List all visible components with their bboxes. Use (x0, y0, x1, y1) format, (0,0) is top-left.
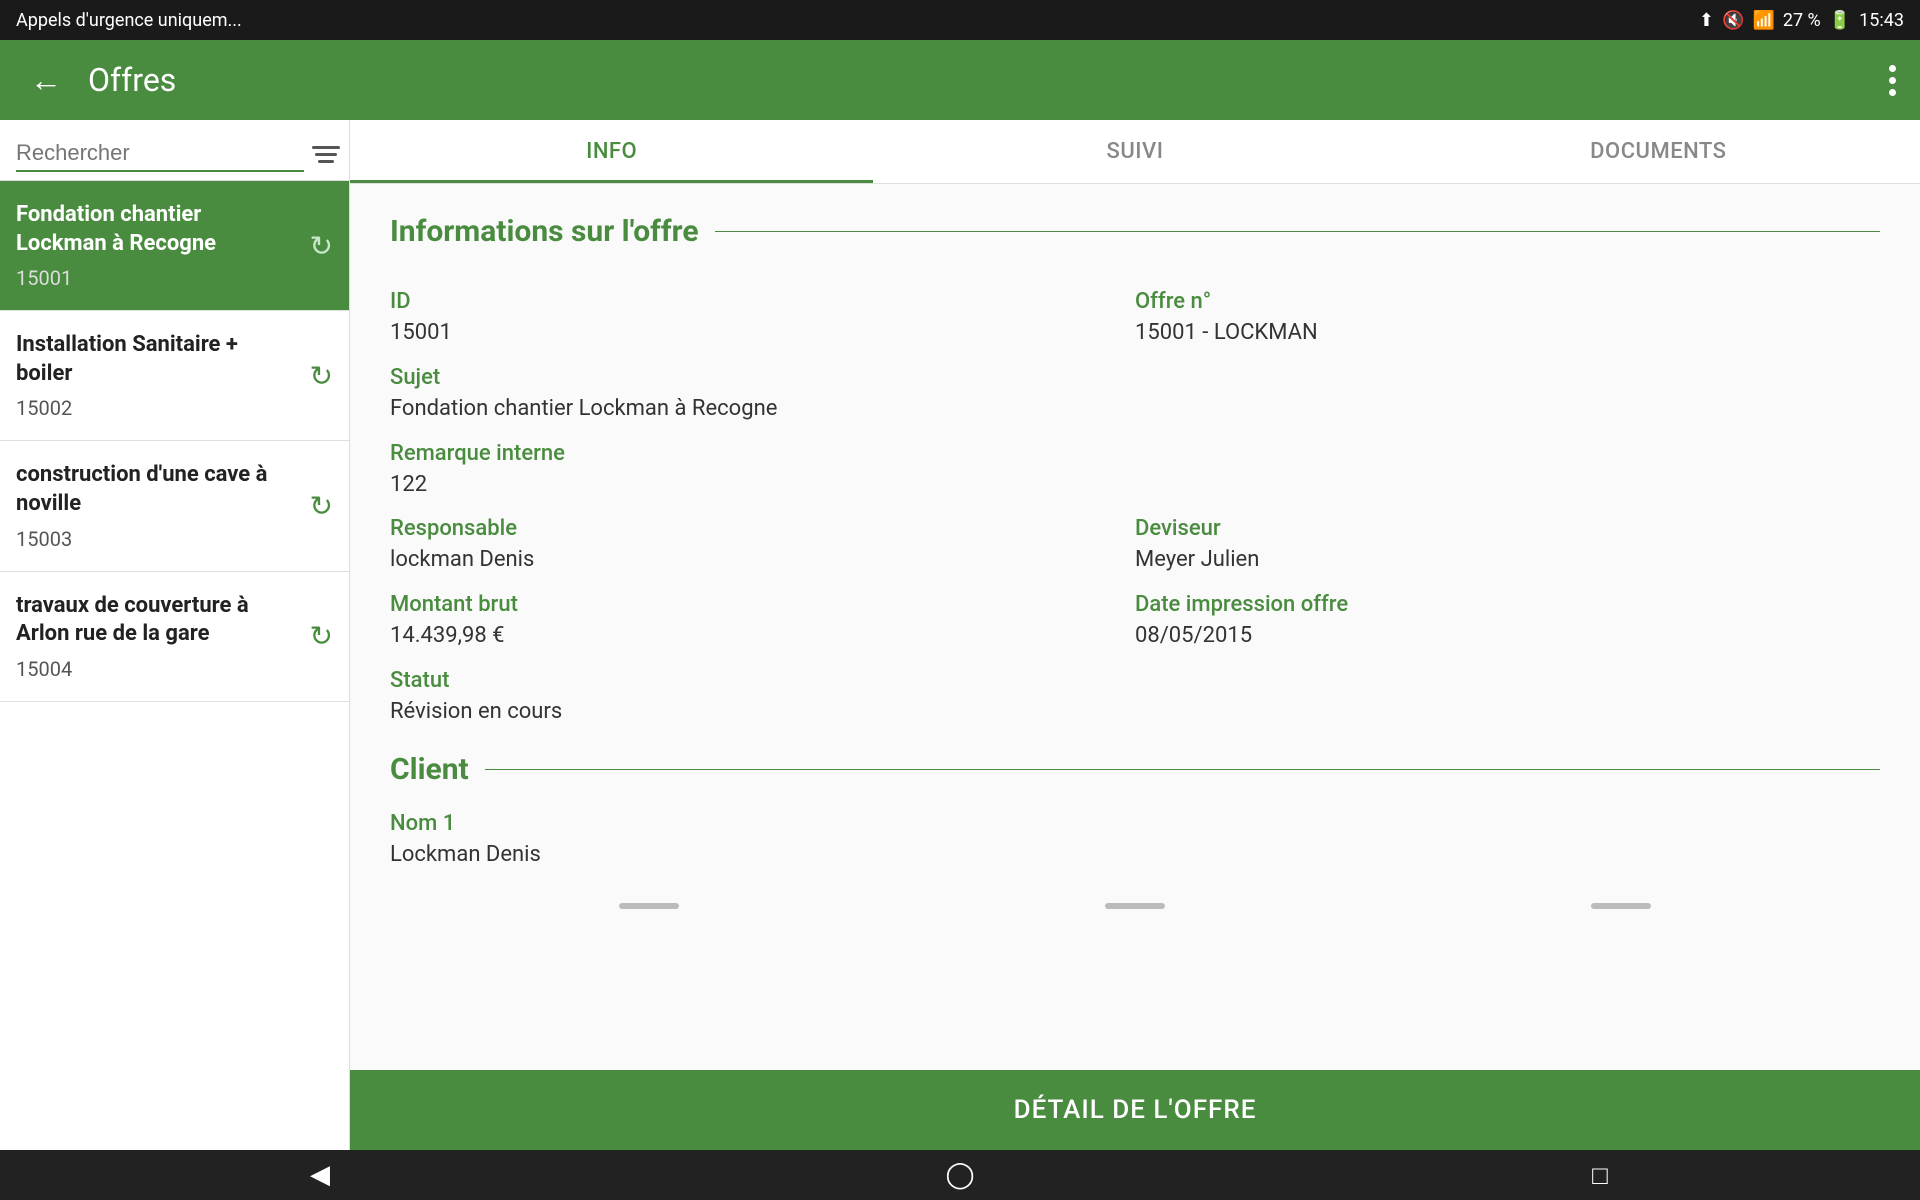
filter-icon-line-1 (312, 146, 340, 149)
back-button[interactable]: ← (24, 61, 68, 99)
filter-icon-line-2 (315, 153, 337, 156)
sync-icon: ↻ (310, 620, 333, 653)
nav-bar: ◀ ◯ □ (0, 1150, 1920, 1200)
field-label-statut: Statut (390, 668, 1880, 693)
field-label-deviseur: Deviseur (1135, 516, 1880, 541)
field-value-sujet: Fondation chantier Lockman à Recogne (390, 394, 1880, 425)
section-divider (715, 231, 1880, 232)
field-sujet: Sujet Fondation chantier Lockman à Recog… (390, 349, 1880, 425)
field-value-nom1: Lockman Denis (390, 840, 1880, 871)
field-value-responsable: lockman Denis (390, 545, 1135, 576)
list-item-id: 15002 (16, 396, 333, 420)
overflow-menu-button[interactable] (1889, 65, 1896, 96)
mute-icon: 🔇 (1722, 10, 1744, 31)
app-bar-title: Offres (88, 61, 1869, 99)
recents-nav-button[interactable]: □ (1570, 1155, 1630, 1195)
detail-button[interactable]: DÉTAIL DE L'OFFRE (350, 1070, 1920, 1150)
tab-documents[interactable]: DOCUMENTS (1397, 120, 1920, 183)
battery-icon: 🔋 (1829, 10, 1851, 31)
clock: 15:43 (1859, 10, 1904, 31)
left-panel: Fondation chantier Lockman à Recogne 150… (0, 120, 350, 1150)
info-grid: ID 15001 Offre n° 15001 - LOCKMAN Sujet … (390, 273, 1880, 728)
tabs-bar: INFO SUIVI DOCUMENTS (350, 120, 1920, 184)
list-item-title: Installation Sanitaire + boiler (16, 331, 333, 388)
list-item-id: 15003 (16, 527, 333, 551)
list-item-title: Fondation chantier Lockman à Recogne (16, 201, 333, 258)
app-bar: ← Offres (0, 40, 1920, 120)
detail-button-label: DÉTAIL DE L'OFFRE (1014, 1095, 1257, 1125)
menu-dot-2 (1889, 77, 1896, 84)
search-bar (0, 120, 349, 181)
field-date-impression: Date impression offre 08/05/2015 (1135, 576, 1880, 652)
main-content: Fondation chantier Lockman à Recogne 150… (0, 120, 1920, 1150)
field-id: ID 15001 (390, 273, 1135, 349)
menu-dot-1 (1889, 65, 1896, 72)
field-nom1: Nom 1 Lockman Denis (390, 811, 1880, 871)
scroll-indicators (390, 895, 1880, 917)
field-label-responsable: Responsable (390, 516, 1135, 541)
detail-content: Informations sur l'offre ID 15001 Offre … (350, 184, 1920, 1070)
bluetooth-icon: ⬆ (1699, 10, 1714, 31)
field-value-montant: 14.439,98 € (390, 621, 1135, 652)
list-item-title: construction d'une cave à noville (16, 461, 333, 518)
tab-info[interactable]: INFO (350, 120, 873, 183)
list-item[interactable]: Installation Sanitaire + boiler 15002 ↻ (0, 311, 349, 441)
field-value-deviseur: Meyer Julien (1135, 545, 1880, 576)
section-title-offer: Informations sur l'offre (390, 214, 699, 249)
sync-icon: ↻ (310, 229, 333, 262)
sync-icon: ↻ (310, 489, 333, 522)
scroll-indicator-1 (619, 903, 679, 909)
field-label-montant: Montant brut (390, 592, 1135, 617)
right-panel: INFO SUIVI DOCUMENTS Informations sur l'… (350, 120, 1920, 1150)
scroll-indicator-2 (1105, 903, 1165, 909)
filter-button[interactable] (312, 146, 340, 163)
search-input[interactable] (16, 136, 304, 172)
wifi-icon: 📶 (1752, 10, 1774, 31)
scroll-indicator-3 (1591, 903, 1651, 909)
menu-dot-3 (1889, 89, 1896, 96)
field-value-offre: 15001 - LOCKMAN (1135, 318, 1880, 349)
list-item-title: travaux de couverture à Arlon rue de la … (16, 592, 333, 649)
field-statut: Statut Révision en cours (390, 652, 1880, 728)
status-bar: Appels d'urgence uniquem... ⬆ 🔇 📶 27 % 🔋… (0, 0, 1920, 40)
field-montant: Montant brut 14.439,98 € (390, 576, 1135, 652)
section-title-client: Client (390, 752, 469, 787)
field-deviseur: Deviseur Meyer Julien (1135, 500, 1880, 576)
field-value-statut: Révision en cours (390, 697, 1880, 728)
sync-icon: ↻ (310, 359, 333, 392)
list-item[interactable]: Fondation chantier Lockman à Recogne 150… (0, 181, 349, 311)
list-item-id: 15001 (16, 266, 333, 290)
offers-list: Fondation chantier Lockman à Recogne 150… (0, 181, 349, 1150)
field-value-remarque: 122 (390, 470, 1880, 501)
section-divider-client (485, 769, 1880, 770)
section-header-client: Client (390, 752, 1880, 787)
field-label-id: ID (390, 289, 1135, 314)
field-value-id: 15001 (390, 318, 1135, 349)
field-label-remarque: Remarque interne (390, 441, 1880, 466)
field-label-nom1: Nom 1 (390, 811, 1880, 836)
field-label-sujet: Sujet (390, 365, 1880, 390)
list-item-id: 15004 (16, 657, 333, 681)
field-label-offre: Offre n° (1135, 289, 1880, 314)
field-value-date-impression: 08/05/2015 (1135, 621, 1880, 652)
field-responsable: Responsable lockman Denis (390, 500, 1135, 576)
section-header-offer: Informations sur l'offre (390, 214, 1880, 249)
filter-icon-line-3 (318, 160, 334, 163)
home-nav-button[interactable]: ◯ (930, 1155, 990, 1195)
field-label-date-impression: Date impression offre (1135, 592, 1880, 617)
field-offre: Offre n° 15001 - LOCKMAN (1135, 273, 1880, 349)
status-bar-right: ⬆ 🔇 📶 27 % 🔋 15:43 (1699, 10, 1904, 31)
status-bar-left-text: Appels d'urgence uniquem... (16, 10, 242, 31)
list-item[interactable]: travaux de couverture à Arlon rue de la … (0, 572, 349, 702)
back-nav-button[interactable]: ◀ (290, 1155, 350, 1195)
list-item[interactable]: construction d'une cave à noville 15003 … (0, 441, 349, 571)
battery-text: 27 % (1783, 10, 1821, 31)
field-remarque: Remarque interne 122 (390, 425, 1880, 501)
tab-suivi[interactable]: SUIVI (873, 120, 1396, 183)
